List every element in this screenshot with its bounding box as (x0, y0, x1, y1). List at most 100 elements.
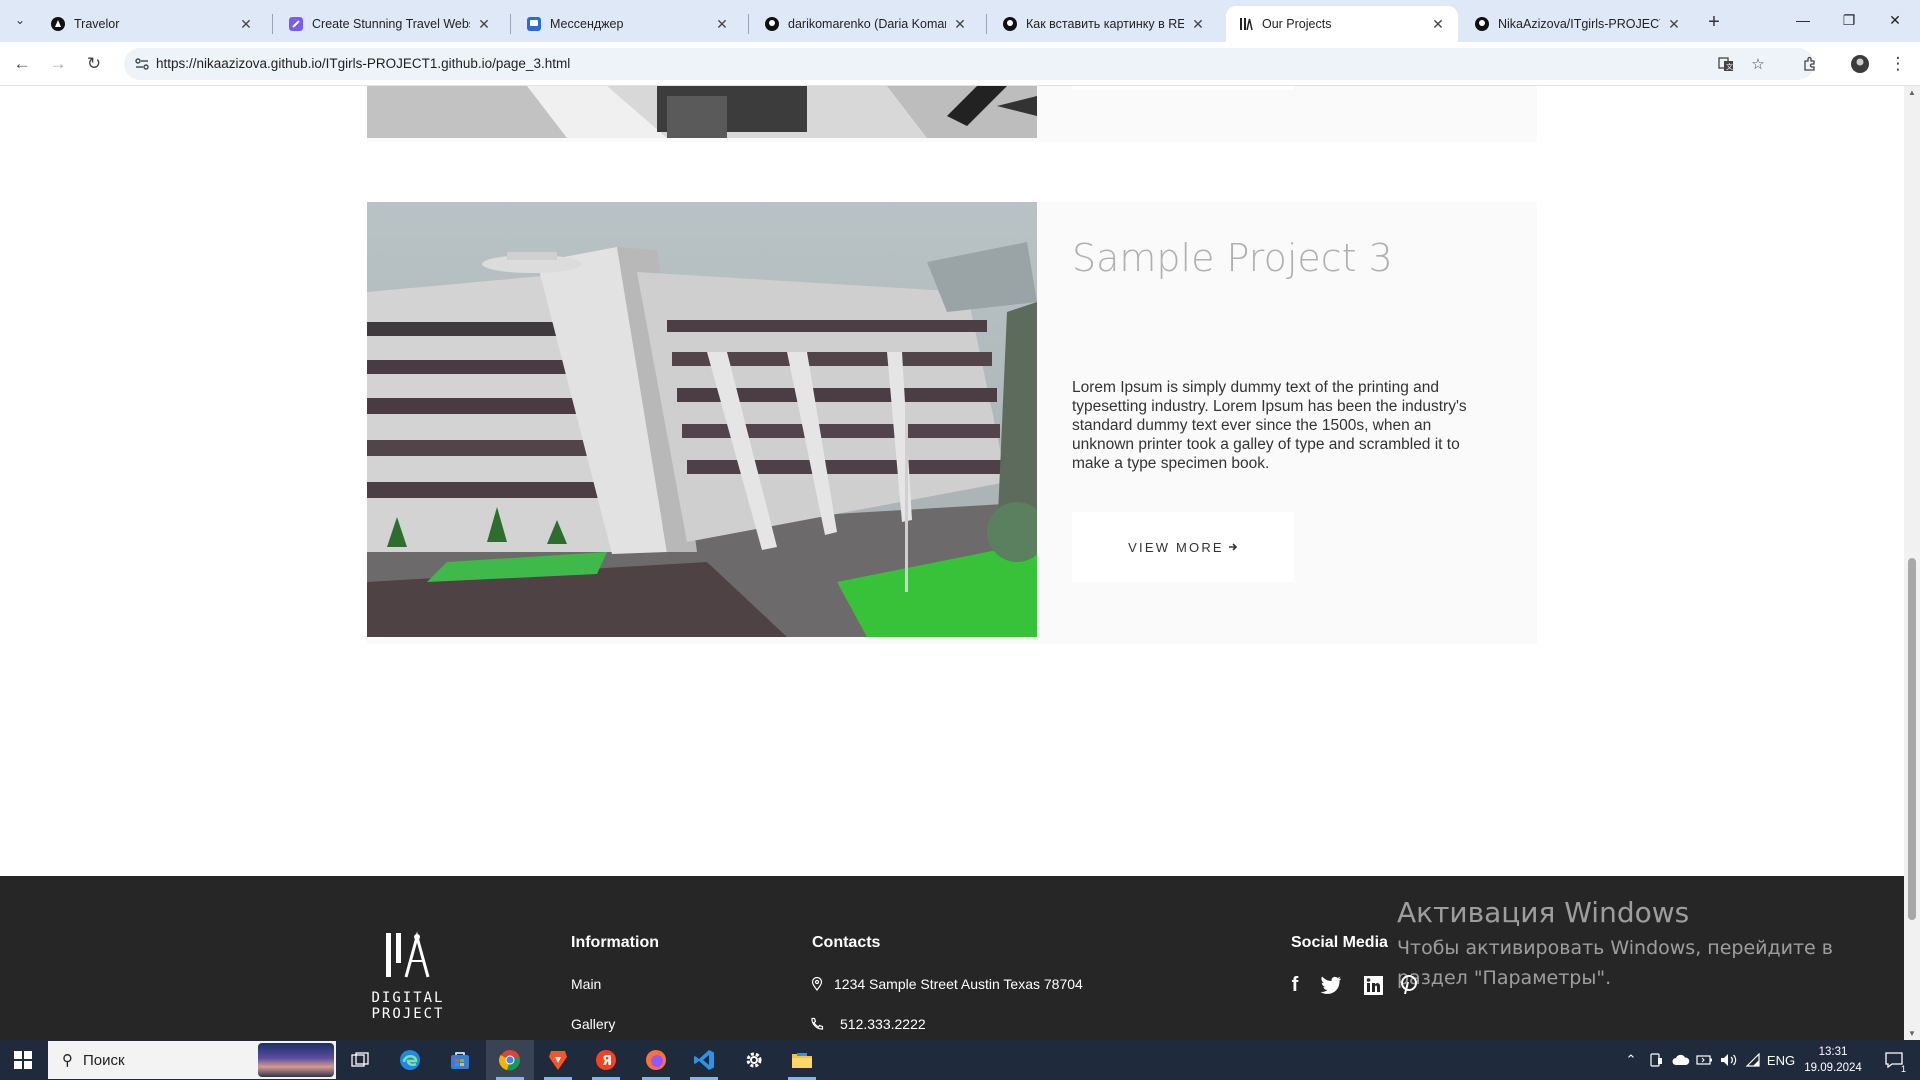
information-heading: Information (571, 934, 659, 951)
menu-dots-icon[interactable]: ⋮ (1884, 50, 1912, 78)
tab-title: Как вставить картинку в READ (1026, 17, 1184, 31)
close-icon[interactable]: ✕ (476, 16, 492, 32)
translate-icon[interactable]: 文 (1716, 54, 1736, 74)
taskbar-search-box[interactable]: ⚲ Поиск (48, 1041, 336, 1079)
task-view-icon[interactable] (336, 1040, 384, 1080)
close-icon[interactable]: ✕ (1190, 16, 1206, 32)
tab-readme-image[interactable]: Как вставить картинку в READ ✕ (990, 6, 1218, 42)
clock-date: 19.09.2024 (1804, 1062, 1862, 1074)
minimize-icon[interactable]: — (1780, 0, 1826, 40)
address-text: 1234 Sample Street Austin Texas 78704 (834, 976, 1083, 992)
chat-icon (526, 16, 542, 32)
notification-count: 1 (1900, 1064, 1906, 1074)
footer-link-gallery[interactable]: Gallery (571, 1016, 615, 1032)
travelor-icon (50, 16, 66, 32)
language-indicator[interactable]: ENG (1766, 1040, 1796, 1080)
view-more-button-2[interactable] (1072, 86, 1294, 90)
tab-separator (272, 14, 273, 34)
facebook-icon[interactable]: f (1282, 972, 1308, 998)
watermark-text: Чтобы активировать Windows, перейдите в … (1397, 933, 1867, 993)
forward-arrow-icon[interactable]: → (44, 50, 72, 78)
tab-create-stunning[interactable]: Create Stunning Travel Website ✕ (276, 6, 504, 42)
project-image-3[interactable] (367, 202, 1037, 637)
tab-our-projects[interactable]: Our Projects ✕ (1226, 6, 1458, 42)
page-viewport: Sample Project 3 Lorem Ipsum is simply d… (0, 86, 1920, 1040)
project-card-3: Sample Project 3 Lorem Ipsum is simply d… (367, 202, 1537, 644)
arrow-right-icon (1228, 540, 1238, 555)
battery-plug-icon[interactable] (1694, 1040, 1716, 1080)
close-icon[interactable]: ✕ (1666, 16, 1682, 32)
project-card-2 (367, 86, 1537, 142)
show-hidden-icons-chevron-icon[interactable]: ⌃ (1622, 1040, 1640, 1080)
browser-toolbar: ← → ↻ https://nikaazizova.github.io/ITgi… (0, 42, 1920, 86)
page-scrollbar[interactable]: ▲ ▼ (1904, 86, 1920, 1040)
github-icon (1002, 16, 1018, 32)
notification-center-icon[interactable]: 1 (1876, 1040, 1912, 1080)
tab-title: Travelor (74, 17, 120, 31)
extensions-icon[interactable] (1796, 50, 1824, 78)
tab-title: Create Stunning Travel Website (312, 17, 470, 31)
tab-travelor[interactable]: Travelor ✕ (38, 6, 266, 42)
project-image-2[interactable] (367, 86, 1037, 138)
close-icon[interactable]: ✕ (1430, 16, 1446, 32)
tab-messenger[interactable]: Мессенджер ✕ (514, 6, 742, 42)
browser-tabstrip: ⌄ Travelor ✕ Create Stunning Travel Webs… (0, 0, 1920, 42)
footer-link-main[interactable]: Main (571, 976, 601, 992)
wifi-network-icon[interactable] (1742, 1040, 1764, 1080)
footer-phone[interactable]: 512.333.2222 (806, 1016, 926, 1032)
tab-search-chevron-icon[interactable]: ⌄ (8, 8, 32, 32)
tab-title: Our Projects (1262, 17, 1332, 31)
twitter-icon[interactable] (1318, 972, 1344, 998)
linkedin-icon[interactable] (1360, 972, 1386, 998)
microsoft-store-icon[interactable] (436, 1040, 484, 1080)
scrollbar-thumb[interactable] (1908, 558, 1916, 920)
yandex-browser-icon[interactable]: Я (582, 1040, 630, 1080)
chrome-icon[interactable] (486, 1040, 534, 1080)
watermark-line-1: Чтобы активировать Windows, перейдите в (1397, 937, 1833, 959)
brave-browser-icon[interactable] (534, 1040, 582, 1080)
digital-project-logo-icon (386, 931, 430, 978)
reload-icon[interactable]: ↻ (80, 50, 108, 78)
firefox-icon[interactable] (632, 1040, 680, 1080)
scroll-up-arrow-icon[interactable]: ▲ (1908, 88, 1916, 97)
onedrive-cloud-icon[interactable] (1670, 1040, 1692, 1080)
tab-title: Мессенджер (550, 17, 624, 31)
file-explorer-icon[interactable] (778, 1040, 826, 1080)
footer-logo[interactable]: DIGITAL PROJECT (348, 931, 468, 1022)
project-description: Lorem Ipsum is simply dummy text of the … (1072, 379, 1467, 472)
settings-gear-icon[interactable] (730, 1040, 778, 1080)
view-more-label: VIEW MORE (1128, 539, 1224, 555)
tab-title: darikomarenko (Daria Komaren (788, 17, 946, 31)
new-tab-button[interactable]: + (1700, 8, 1728, 36)
pen-icon (288, 16, 304, 32)
windows-start-icon[interactable] (0, 1040, 46, 1080)
device-status-icon[interactable] (1646, 1040, 1666, 1080)
back-arrow-icon[interactable]: ← (8, 50, 36, 78)
view-more-button[interactable]: VIEW MORE (1072, 512, 1294, 582)
close-icon[interactable]: ✕ (952, 16, 968, 32)
search-icon: ⚲ (62, 1052, 73, 1069)
social-media-heading: Social Media (1291, 934, 1388, 951)
vscode-icon[interactable] (680, 1040, 728, 1080)
close-icon[interactable]: ✕ (714, 16, 730, 32)
tab-separator (986, 14, 987, 34)
close-window-icon[interactable]: ✕ (1872, 0, 1918, 40)
bookmark-star-icon[interactable]: ☆ (1748, 54, 1768, 74)
volume-speaker-icon[interactable] (1718, 1040, 1740, 1080)
address-bar[interactable]: https://nikaazizova.github.io/ITgirls-PR… (124, 48, 1814, 80)
contacts-heading: Contacts (812, 934, 881, 951)
tab-separator (510, 14, 511, 34)
edge-browser-icon[interactable] (386, 1040, 434, 1080)
profile-avatar-icon[interactable] (1846, 50, 1874, 78)
restore-icon[interactable]: ❐ (1826, 0, 1872, 40)
windows-activation-watermark: Активация Windows Чтобы активировать Win… (1397, 896, 1867, 993)
tab-nikaazizova-repo[interactable]: NikaAzizova/ITgirls-PROJECT1.g ✕ (1462, 6, 1694, 42)
close-icon[interactable]: ✕ (238, 16, 254, 32)
site-info-icon[interactable] (132, 54, 152, 74)
footer-address: 1234 Sample Street Austin Texas 78704 (806, 976, 1083, 992)
tab-darikomarenko[interactable]: darikomarenko (Daria Komaren ✕ (752, 6, 980, 42)
svg-text:Я: Я (602, 1054, 612, 1069)
system-clock[interactable]: 13:31 19.09.2024 (1800, 1044, 1866, 1076)
scroll-down-arrow-icon[interactable]: ▼ (1908, 1029, 1916, 1038)
search-highlight-image (258, 1043, 334, 1077)
